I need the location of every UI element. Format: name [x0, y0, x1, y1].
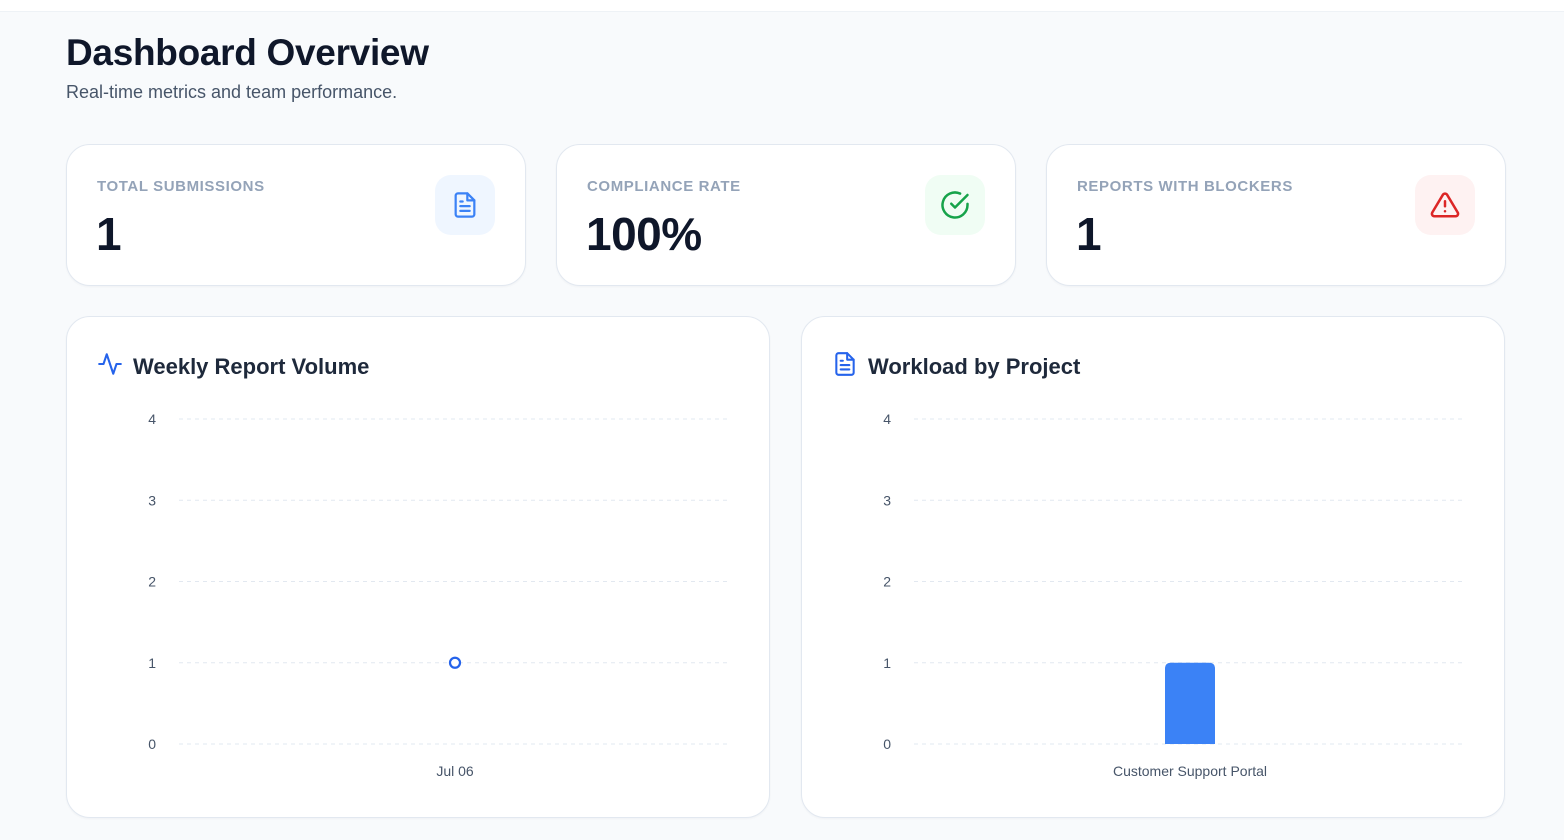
stat-card-compliance-rate: Compliance Rate 100%	[556, 144, 1016, 286]
weekly-volume-chart: 0 1 2 3 4 Jul 06	[148, 411, 731, 779]
warning-triangle-icon	[1415, 175, 1475, 235]
check-circle-icon	[925, 175, 985, 235]
stat-value: 1	[96, 208, 122, 260]
data-point	[448, 656, 462, 669]
y-tick-label: 4	[883, 411, 891, 427]
y-tick-label: 3	[883, 492, 891, 508]
y-tick-label: 3	[148, 492, 156, 508]
bar	[1165, 662, 1215, 744]
stat-card-total-submissions: Total Submissions 1	[66, 144, 526, 286]
y-tick-label: 2	[883, 574, 891, 590]
y-tick-label: 0	[148, 736, 156, 752]
y-tick-label: 4	[148, 411, 156, 427]
page-title: Dashboard Overview	[66, 32, 429, 73]
workload-bar-chart: 0 1 2 3 4 Customer Support Portal	[883, 411, 1466, 779]
x-tick-label: Customer Support Portal	[1113, 763, 1267, 779]
stat-label: Reports with Blockers	[1077, 178, 1293, 195]
stat-value: 1	[1076, 208, 1102, 260]
y-tick-label: 2	[148, 574, 156, 590]
y-tick-label: 1	[883, 655, 891, 671]
chart-card-workload-by-project: Workload by Project 0 1 2 3 4 Customer Suppor…	[801, 316, 1505, 818]
document-icon	[435, 175, 495, 235]
page-subtitle: Real-time metrics and team performance.	[66, 82, 398, 102]
stat-value: 100%	[586, 208, 702, 260]
stat-label: Total Submissions	[97, 178, 265, 195]
stat-card-reports-with-blockers: Reports with Blockers 1	[1046, 144, 1506, 286]
x-tick-label: Jul 06	[436, 763, 474, 779]
stat-label: Compliance Rate	[587, 178, 741, 195]
top-bar	[0, 0, 1564, 12]
chart-card-weekly-report-volume: Weekly Report Volume 0 1 2 3 4 Jul 06	[66, 316, 770, 818]
y-tick-label: 0	[883, 736, 891, 752]
y-tick-label: 1	[148, 655, 156, 671]
